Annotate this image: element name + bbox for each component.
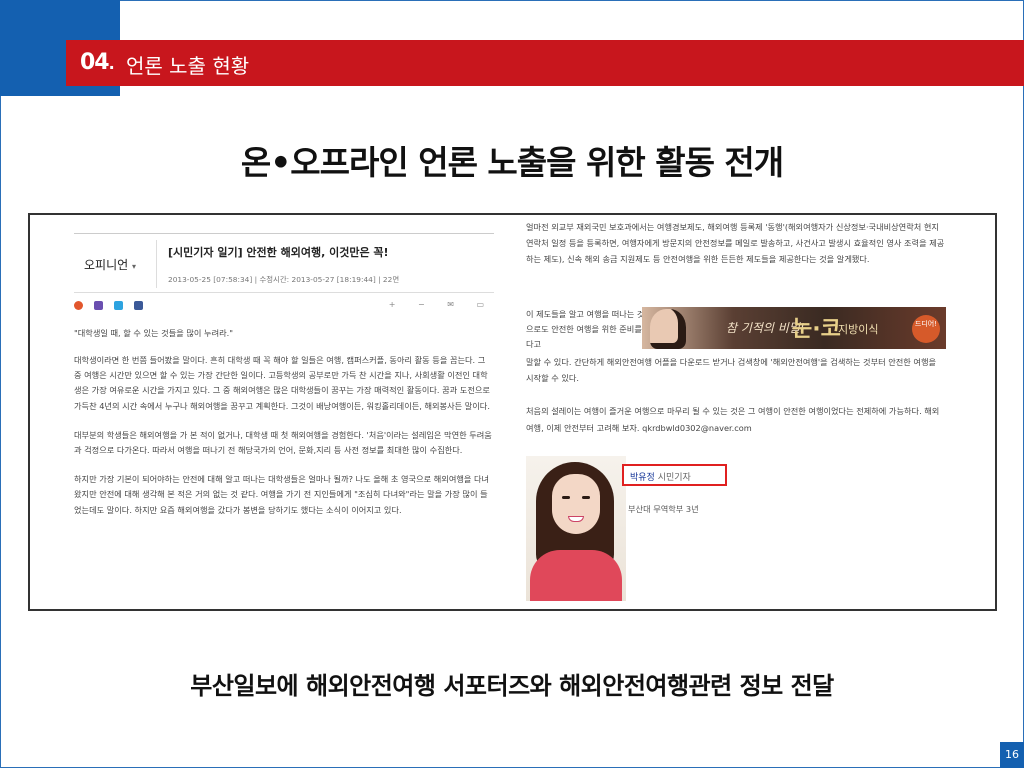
ad-banner[interactable]: 참 기적의 비밀! 눈·코 지방이식 드디어! [642,307,946,349]
category-label[interactable]: 오피니언 ▾ [84,256,136,273]
article-quote: "대학생일 때, 할 수 있는 것들을 많이 누려라." [74,328,234,338]
share-row: + − ✉ ▭ [74,293,494,315]
article-tools[interactable]: + − ✉ ▭ [389,300,494,309]
article-screenshot: 오피니언 ▾ [시민기자 일기] 안전한 해외여행, 이것만은 꼭! 2013-… [28,213,997,611]
article-meta: 2013-05-25 [07:58:34] | 수정시간: 2013-05-27… [168,275,400,284]
facebook-icon[interactable] [134,301,143,310]
banner-seal: 드디어! [912,315,940,343]
banner-caption: 지방이식 [838,323,879,336]
section-number: 04. [80,50,115,75]
chevron-down-icon: ▾ [132,262,137,271]
author-affiliation: 부산대 무역학부 3년 [628,504,699,514]
author-name[interactable]: 박유정 [630,473,655,483]
page-number: 16 [1000,742,1024,768]
divider [156,240,157,288]
reporter-photo [526,456,626,601]
article-left-column: 오피니언 ▾ [시민기자 일기] 안전한 해외여행, 이것만은 꼭! 2013-… [74,233,494,518]
slide-title: 온•오프라인 언론 노출을 위한 활동 전개 [240,143,784,182]
article-paragraph: 얼마전 외교부 재외국민 보호과에서는 여행경보제도, 해외여행 등록제 '동행… [526,222,945,264]
article-paragraph: 이 제도들을 알고 여행을 떠나는 것만으로도 안전한 여행을 위한 준비를 했… [526,309,653,349]
article-paragraph: 처음의 설레이는 여행이 즐거운 여행으로 마무리 될 수 있는 것은 그 여행… [526,406,940,433]
author-role: 시민기자 [657,473,691,483]
share-icon[interactable] [74,301,83,310]
article-paragraph: 하지만 가장 기본이 되어야하는 안전에 대해 알고 떠나는 대학생들은 얼마나… [74,474,490,515]
article-paragraph: 대학생이라면 한 번쯤 들어봤을 말이다. 흔히 대학생 때 꼭 해야 할 일들… [74,355,490,411]
section-title: 언론 노출 현황 [126,54,250,78]
banner-headline: 눈·코 [792,317,841,342]
article-title: [시민기자 일기] 안전한 해외여행, 이것만은 꼭! [168,246,389,259]
slide-caption: 부산일보에 해외안전여행 서포터즈와 해외안전여행관련 정보 전달 [190,672,834,700]
banner-model-image [650,309,686,349]
author-highlight-box: 박유정 시민기자 [622,464,727,486]
twitter-icon[interactable] [114,301,123,310]
article-paragraph: 대부분의 학생들은 해외여행을 가 본 적이 없거나, 대학생 때 첫 해외여행… [74,429,492,456]
article-header: 오피니언 ▾ [시민기자 일기] 안전한 해외여행, 이것만은 꼭! 2013-… [74,233,494,293]
share-icon[interactable] [94,301,103,310]
article-paragraph: 말할 수 있다. 간단하게 해외안전여행 어플을 다운로드 받거나 검색창에 '… [526,357,937,383]
